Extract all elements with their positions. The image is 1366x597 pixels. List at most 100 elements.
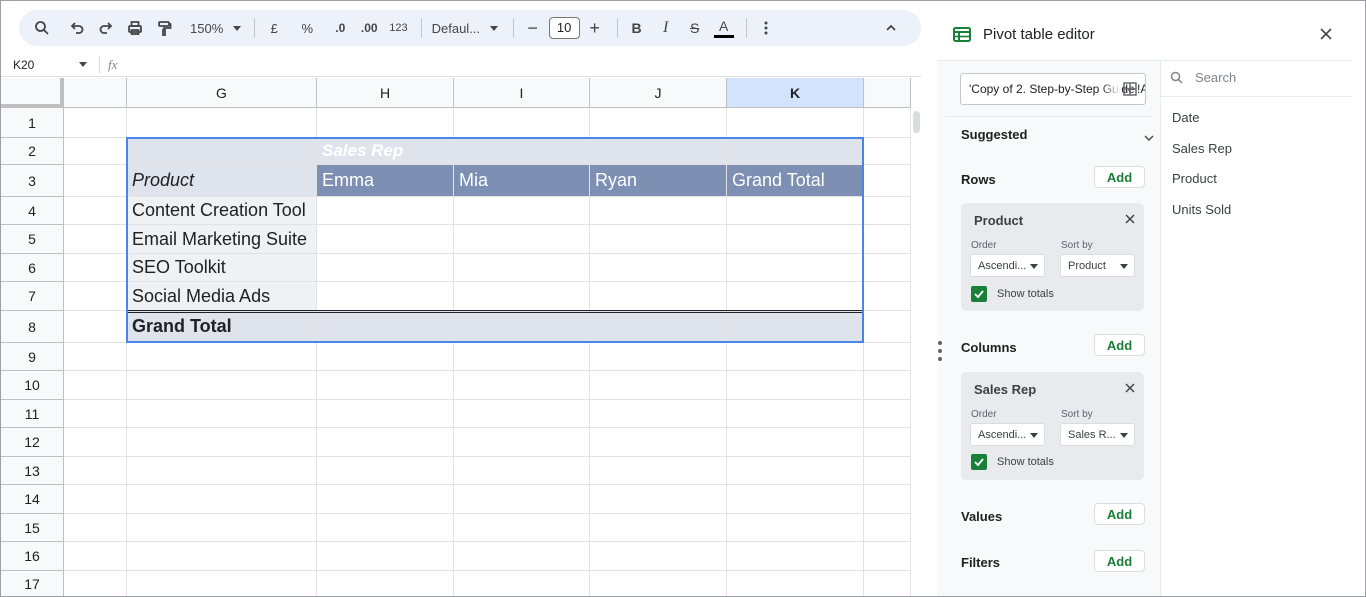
pivot-total-cell[interactable] — [590, 311, 727, 343]
percent-format-button[interactable]: % — [294, 14, 320, 42]
grid-cell[interactable] — [864, 165, 911, 197]
row-header-16[interactable]: 16 — [1, 542, 64, 571]
grid-cell[interactable] — [64, 400, 127, 428]
grid-cell[interactable] — [317, 485, 454, 514]
currency-format-button[interactable]: £ — [261, 14, 287, 42]
grid-cell[interactable] — [590, 371, 727, 400]
vertical-scrollbar[interactable] — [913, 111, 920, 133]
italic-button[interactable]: I — [653, 14, 679, 42]
grid-cell[interactable] — [64, 514, 127, 542]
pivot-column-header-emma[interactable]: Emma — [317, 165, 454, 197]
row-header-12[interactable]: 12 — [1, 428, 64, 457]
redo-button[interactable] — [93, 14, 119, 42]
row-header-2[interactable]: 2 — [1, 138, 64, 165]
pivot-row-field[interactable]: Product — [127, 165, 317, 197]
grid-cell[interactable] — [864, 197, 911, 225]
grid-cell[interactable] — [727, 282, 864, 311]
grid-cell[interactable] — [454, 197, 590, 225]
grid-cell[interactable] — [590, 457, 727, 485]
grid-cell[interactable] — [864, 485, 911, 514]
grid-cell[interactable] — [317, 571, 454, 596]
grid-cell[interactable] — [317, 400, 454, 428]
grid-cell[interactable] — [590, 343, 727, 371]
bold-button[interactable]: B — [624, 14, 650, 42]
column-header[interactable] — [864, 78, 911, 108]
grid-cell[interactable] — [317, 197, 454, 225]
grid-cell[interactable] — [864, 254, 911, 282]
field-search[interactable]: Search — [1170, 70, 1236, 85]
grid-cell[interactable] — [317, 457, 454, 485]
grid-cell[interactable] — [64, 282, 127, 311]
grid-cell[interactable] — [727, 225, 864, 254]
grid-cell[interactable] — [727, 108, 864, 138]
grid-cell[interactable] — [864, 225, 911, 254]
grid-cell[interactable] — [317, 108, 454, 138]
grid-cell[interactable] — [317, 343, 454, 371]
grid-cell[interactable] — [64, 165, 127, 197]
grid-cell[interactable] — [454, 225, 590, 254]
grid-cell[interactable] — [454, 400, 590, 428]
grid-cell[interactable] — [317, 225, 454, 254]
grid-cell[interactable] — [727, 514, 864, 542]
grid-cell[interactable] — [64, 542, 127, 571]
row-header-15[interactable]: 15 — [1, 514, 64, 542]
increase-font-size-button[interactable]: + — [582, 14, 608, 42]
font-select[interactable]: Defaul... — [428, 14, 504, 42]
font-size-input[interactable]: 10 — [548, 17, 580, 39]
select-all-corner[interactable] — [1, 78, 64, 108]
grid-cell[interactable] — [864, 138, 911, 165]
field-item-product[interactable]: Product — [1172, 171, 1217, 186]
grid-cell[interactable] — [317, 254, 454, 282]
grid-cell[interactable] — [727, 197, 864, 225]
pivot-total-cell[interactable] — [727, 311, 864, 343]
grid-cell[interactable] — [727, 400, 864, 428]
grid-cell[interactable] — [64, 428, 127, 457]
field-item-date[interactable]: Date — [1172, 110, 1199, 125]
increase-decimal-button[interactable]: .00 — [356, 14, 382, 42]
close-panel-button[interactable] — [1317, 25, 1335, 43]
add-filters-button[interactable]: Add — [1094, 550, 1145, 572]
grid-cell[interactable] — [317, 542, 454, 571]
grid-cell[interactable] — [727, 428, 864, 457]
pivot-column-header-ryan[interactable]: Ryan — [590, 165, 727, 197]
row-header-4[interactable]: 4 — [1, 197, 64, 225]
pivot-grand-total-label[interactable]: Grand Total — [127, 311, 317, 343]
row-header-3[interactable]: 3 — [1, 165, 64, 197]
text-color-button[interactable]: A — [711, 14, 737, 42]
grid-cell[interactable] — [590, 197, 727, 225]
grid-select-icon[interactable] — [1123, 82, 1137, 96]
grid-cell[interactable] — [127, 542, 317, 571]
suggested-label[interactable]: Suggested — [961, 127, 1027, 142]
column-header-g[interactable]: G — [127, 78, 317, 108]
grid-cell[interactable] — [64, 571, 127, 596]
grid-cell[interactable] — [454, 371, 590, 400]
pivot-row-label[interactable]: Content Creation Tool — [127, 197, 317, 225]
pivot-header-cell[interactable] — [454, 138, 590, 165]
decrease-decimal-button[interactable]: .0 — [327, 14, 353, 42]
grid-cell[interactable] — [64, 371, 127, 400]
grid-cell[interactable] — [454, 485, 590, 514]
row-header-6[interactable]: 6 — [1, 254, 64, 282]
order-select[interactable]: Ascendi... — [970, 254, 1045, 277]
pivot-row-label[interactable]: Email Marketing Suite — [127, 225, 317, 254]
row-header-13[interactable]: 13 — [1, 457, 64, 485]
grid-cell[interactable] — [454, 457, 590, 485]
row-header-8[interactable]: 8 — [1, 311, 64, 343]
order-select[interactable]: Ascendi... — [970, 423, 1045, 446]
pivot-row-label[interactable]: Social Media Ads — [127, 282, 317, 311]
grid-cell[interactable] — [727, 571, 864, 596]
column-header-j[interactable]: J — [590, 78, 727, 108]
row-header-11[interactable]: 11 — [1, 400, 64, 428]
grid-cell[interactable] — [454, 428, 590, 457]
strikethrough-button[interactable]: S — [682, 14, 708, 42]
grid-cell[interactable] — [454, 282, 590, 311]
grid-cell[interactable] — [127, 400, 317, 428]
grid-cell[interactable] — [64, 225, 127, 254]
row-header-14[interactable]: 14 — [1, 485, 64, 514]
grid-cell[interactable] — [317, 428, 454, 457]
row-header-7[interactable]: 7 — [1, 282, 64, 311]
column-header-h[interactable]: H — [317, 78, 454, 108]
more-formats-button[interactable]: 123 — [385, 14, 411, 42]
grid-cell[interactable] — [317, 371, 454, 400]
pivot-total-cell[interactable] — [317, 311, 454, 343]
